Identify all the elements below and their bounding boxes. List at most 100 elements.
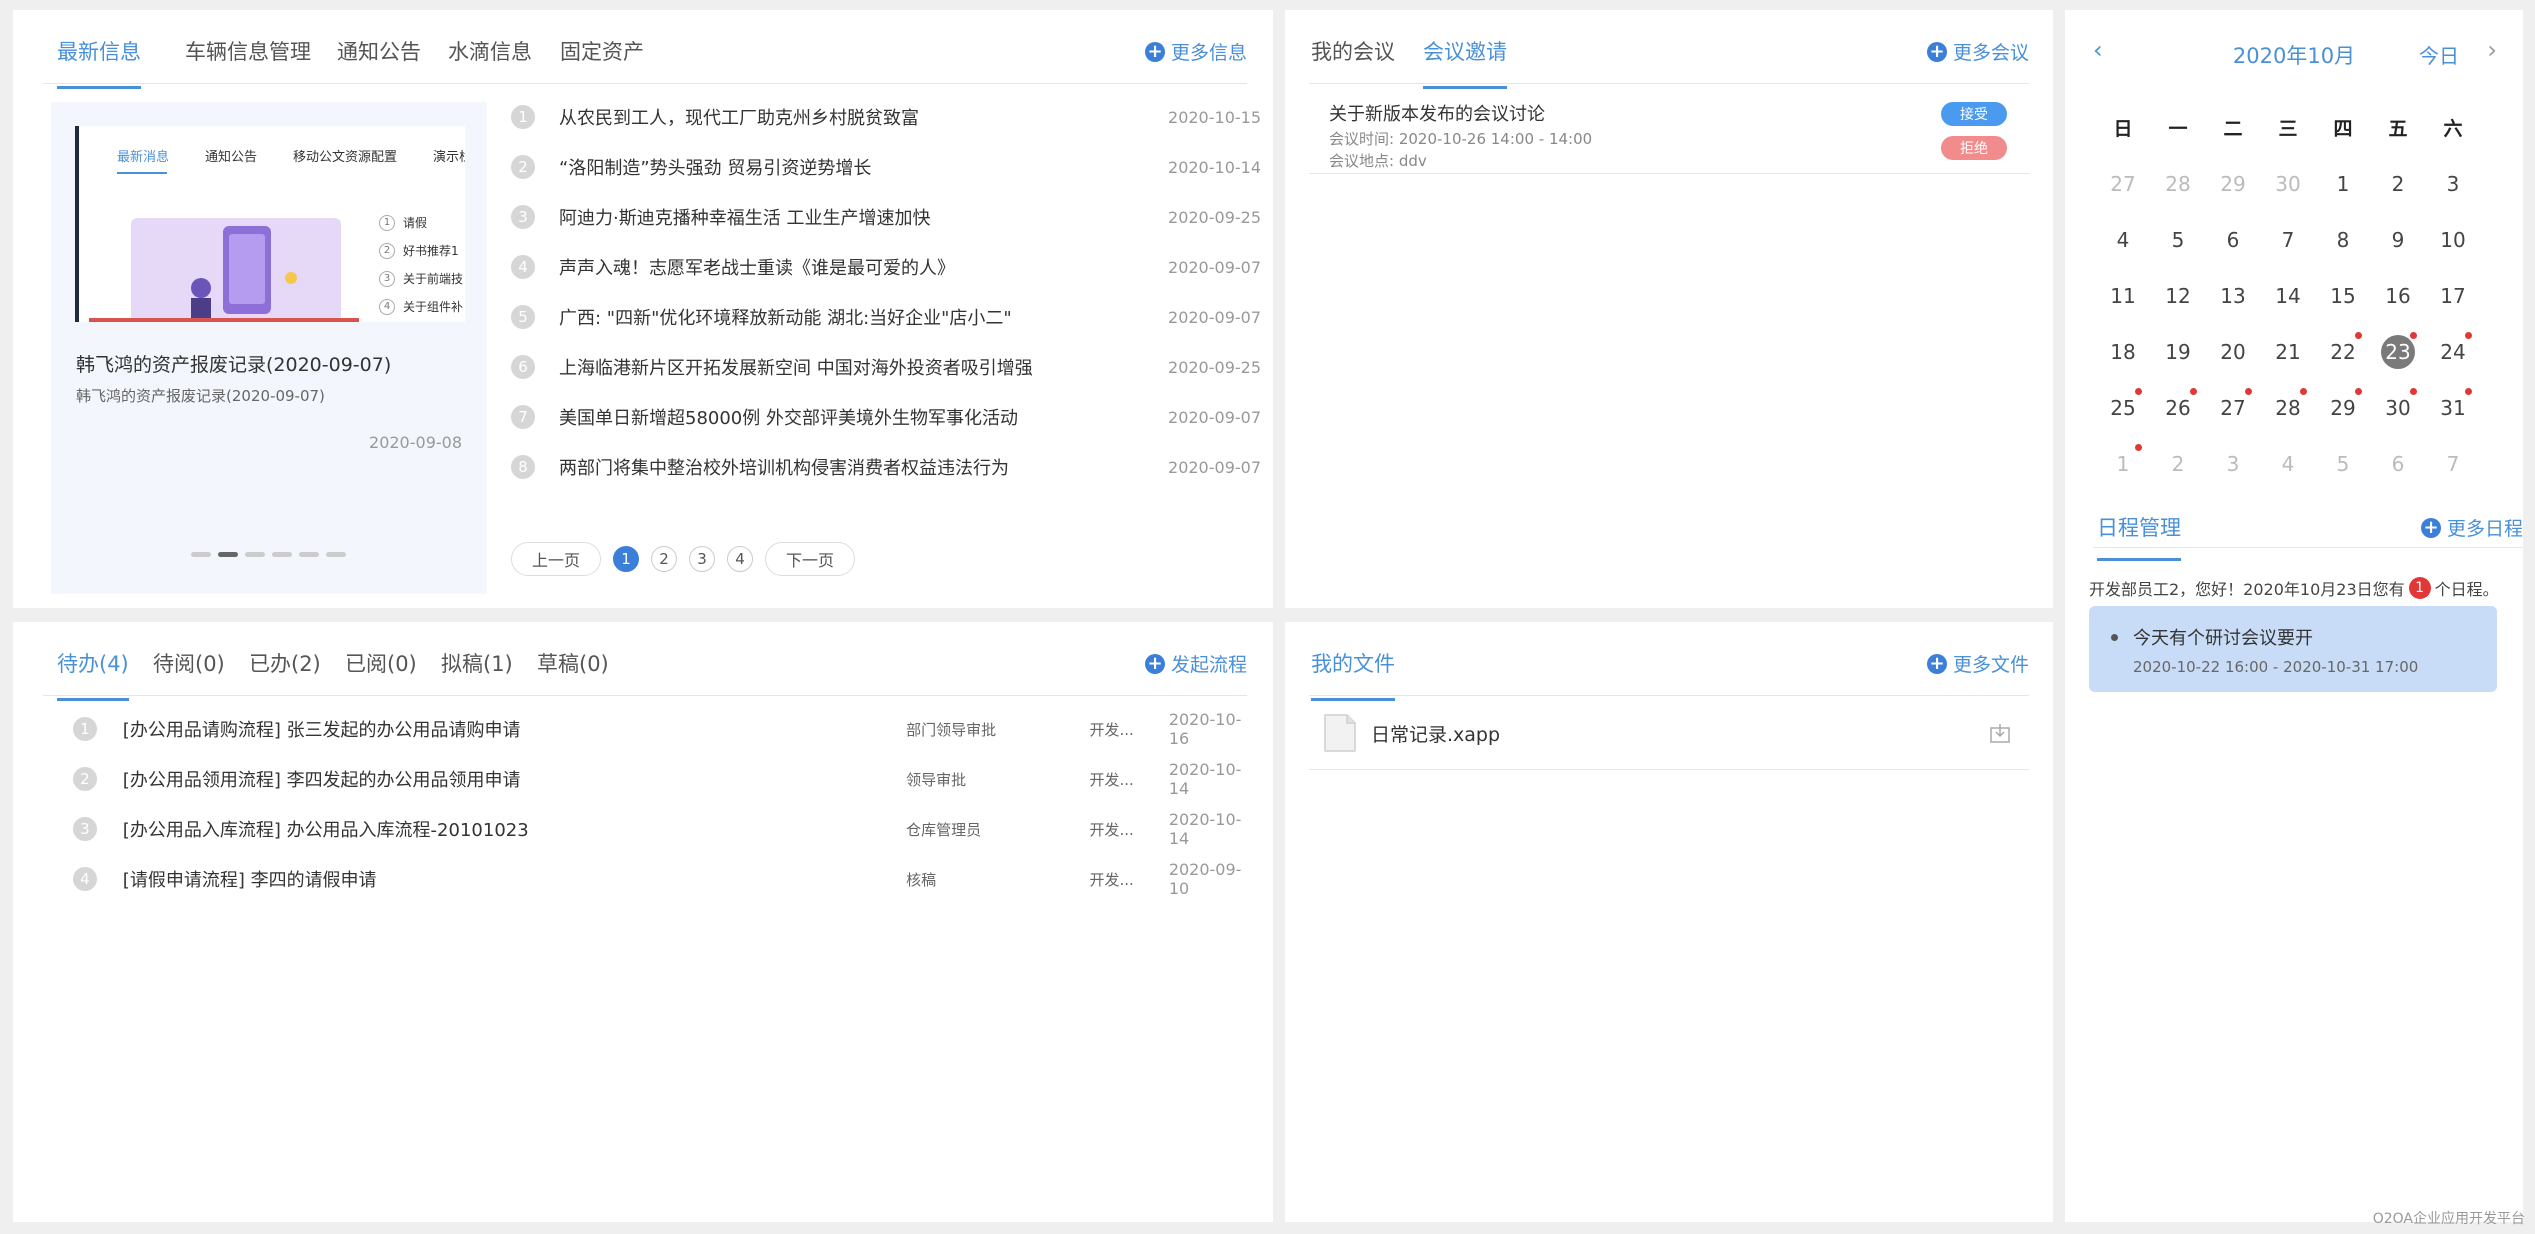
- tab-todo[interactable]: 待办(4): [57, 648, 129, 701]
- carousel-dot[interactable]: [326, 552, 346, 557]
- news-title[interactable]: 广西: "四新"优化环境释放新动能 湖北:当好企业"店小二": [559, 304, 1012, 330]
- prev-page-button[interactable]: 上一页: [511, 542, 602, 576]
- calendar-day[interactable]: 2: [2150, 436, 2206, 492]
- table-row[interactable]: 1 [办公用品请购流程] 张三发起的办公用品请购申请 部门领导审批 开发... 2020…: [73, 710, 1261, 748]
- more-meetings-button[interactable]: + 更多会议: [1926, 38, 2029, 65]
- reject-button[interactable]: 拒绝: [1941, 136, 2007, 160]
- file-item[interactable]: 日常记录.xapp: [1309, 696, 2029, 770]
- news-title[interactable]: 两部门将集中整治校外培训机构侵害消费者权益违法行为: [559, 454, 1009, 480]
- list-item[interactable]: 4 声声入魂！志愿军老战士重读《谁是最可爱的人》 2020-09-07: [511, 252, 1261, 282]
- calendar-day[interactable]: 28: [2150, 156, 2206, 212]
- calendar-day[interactable]: 15: [2315, 268, 2371, 324]
- todo-title[interactable]: [办公用品领用流程] 李四发起的办公用品领用申请: [123, 766, 906, 792]
- event-title[interactable]: 今天有个研讨会议要开: [2133, 624, 2313, 650]
- calendar-day[interactable]: 27: [2205, 380, 2261, 436]
- calendar-day[interactable]: 24: [2425, 324, 2481, 380]
- calendar-day[interactable]: 12: [2150, 268, 2206, 324]
- today-button[interactable]: 今日: [2419, 40, 2459, 69]
- page-button[interactable]: 4: [727, 546, 754, 572]
- calendar-day[interactable]: 4: [2260, 436, 2316, 492]
- calendar-day[interactable]: 30: [2370, 380, 2426, 436]
- tab-notice[interactable]: 通知公告: [337, 36, 421, 86]
- list-item[interactable]: 8 两部门将集中整治校外培训机构侵害消费者权益违法行为 2020-09-07: [511, 452, 1261, 482]
- calendar-day[interactable]: 18: [2095, 324, 2151, 380]
- tab-meeting-invites[interactable]: 会议邀请: [1423, 36, 1507, 89]
- calendar-day[interactable]: 11: [2095, 268, 2151, 324]
- news-title[interactable]: 声声入魂！志愿军老战士重读《谁是最可爱的人》: [559, 254, 955, 280]
- tab-read[interactable]: 已阅(0): [345, 648, 417, 698]
- table-row[interactable]: 3 [办公用品入库流程] 办公用品入库流程-20101023 仓库管理员 开发... 2…: [73, 810, 1261, 848]
- list-item[interactable]: 3 阿迪力·斯迪克播种幸福生活 工业生产增速加快 2020-09-25: [511, 202, 1261, 232]
- calendar-day[interactable]: 14: [2260, 268, 2316, 324]
- calendar-day[interactable]: 31: [2425, 380, 2481, 436]
- calendar-day[interactable]: 7: [2260, 212, 2316, 268]
- calendar-day[interactable]: 28: [2260, 380, 2316, 436]
- tab-water-drop[interactable]: 水滴信息: [448, 36, 532, 86]
- calendar-day[interactable]: 5: [2315, 436, 2371, 492]
- calendar-day[interactable]: 19: [2150, 324, 2206, 380]
- more-news-button[interactable]: + 更多信息: [1144, 38, 1247, 65]
- carousel-dots[interactable]: [191, 552, 346, 557]
- calendar-day[interactable]: 13: [2205, 268, 2261, 324]
- chevron-right-icon[interactable]: ›: [2487, 36, 2497, 64]
- page-button[interactable]: 2: [651, 546, 678, 572]
- calendar-day[interactable]: 1: [2315, 156, 2371, 212]
- list-item[interactable]: 1 从农民到工人，现代工厂助克州乡村脱贫致富 2020-10-15: [511, 102, 1261, 132]
- start-process-button[interactable]: + 发起流程: [1144, 650, 1247, 677]
- next-page-button[interactable]: 下一页: [765, 542, 856, 576]
- page-button[interactable]: 1: [613, 546, 640, 572]
- tab-fixed-assets[interactable]: 固定资产: [560, 36, 644, 86]
- table-row[interactable]: 2 [办公用品领用流程] 李四发起的办公用品领用申请 领导审批 开发... 2020-1…: [73, 760, 1261, 798]
- todo-title[interactable]: [办公用品请购流程] 张三发起的办公用品请购申请: [123, 716, 906, 742]
- page-button[interactable]: 3: [689, 546, 716, 572]
- accept-button[interactable]: 接受: [1941, 102, 2007, 126]
- tab-drafting[interactable]: 拟稿(1): [441, 648, 513, 698]
- calendar-day[interactable]: 23: [2370, 324, 2426, 380]
- calendar-day[interactable]: 30: [2260, 156, 2316, 212]
- tab-to-read[interactable]: 待阅(0): [153, 648, 225, 698]
- tab-done[interactable]: 已办(2): [249, 648, 321, 698]
- list-item[interactable]: 7 美国单日新增超58000例 外交部评美境外生物军事化活动 2020-09-07: [511, 402, 1261, 432]
- calendar-day[interactable]: 16: [2370, 268, 2426, 324]
- more-schedule-button[interactable]: + 更多日程: [2420, 514, 2523, 541]
- calendar-day[interactable]: 4: [2095, 212, 2151, 268]
- calendar-day[interactable]: 9: [2370, 212, 2426, 268]
- tab-my-meetings[interactable]: 我的会议: [1311, 36, 1395, 86]
- calendar-day[interactable]: 27: [2095, 156, 2151, 212]
- carousel-dot[interactable]: [218, 552, 238, 557]
- calendar-day[interactable]: 25: [2095, 380, 2151, 436]
- calendar-day[interactable]: 21: [2260, 324, 2316, 380]
- calendar-day[interactable]: 26: [2150, 380, 2206, 436]
- calendar-day[interactable]: 29: [2315, 380, 2371, 436]
- schedule-event[interactable]: 今天有个研讨会议要开 2020-10-22 16:00 - 2020-10-31…: [2089, 606, 2497, 692]
- calendar-day[interactable]: 7: [2425, 436, 2481, 492]
- news-title[interactable]: “洛阳制造”势头强劲 贸易引资逆势增长: [559, 154, 871, 180]
- tab-vehicle-info[interactable]: 车辆信息管理: [185, 36, 311, 86]
- tab-latest-news[interactable]: 最新信息: [57, 36, 141, 89]
- calendar-day[interactable]: 1: [2095, 436, 2151, 492]
- todo-title[interactable]: [办公用品入库流程] 办公用品入库流程-20101023: [123, 816, 906, 842]
- carousel-dot[interactable]: [191, 552, 211, 557]
- tab-schedule[interactable]: 日程管理: [2097, 512, 2181, 561]
- carousel-dot[interactable]: [272, 552, 292, 557]
- calendar-day[interactable]: 3: [2425, 156, 2481, 212]
- tab-my-files[interactable]: 我的文件: [1311, 648, 1395, 701]
- calendar-day[interactable]: 17: [2425, 268, 2481, 324]
- list-item[interactable]: 2 “洛阳制造”势头强劲 贸易引资逆势增长 2020-10-14: [511, 152, 1261, 182]
- news-title[interactable]: 上海临港新片区开拓发展新空间 中国对海外投资者吸引增强: [559, 354, 1033, 380]
- carousel-dot[interactable]: [299, 552, 319, 557]
- table-row[interactable]: 4 [请假申请流程] 李四的请假申请 核稿 开发... 2020-09-10: [73, 860, 1261, 898]
- news-title[interactable]: 从农民到工人，现代工厂助克州乡村脱贫致富: [559, 104, 919, 130]
- news-title[interactable]: 阿迪力·斯迪克播种幸福生活 工业生产增速加快: [559, 204, 930, 230]
- carousel-dot[interactable]: [245, 552, 265, 557]
- download-icon[interactable]: [1989, 722, 2011, 744]
- tab-drafts[interactable]: 草稿(0): [537, 648, 609, 698]
- list-item[interactable]: 5 广西: "四新"优化环境释放新动能 湖北:当好企业"店小二" 2020-09-0…: [511, 302, 1261, 332]
- calendar-day[interactable]: 10: [2425, 212, 2481, 268]
- calendar-day[interactable]: 5: [2150, 212, 2206, 268]
- todo-title[interactable]: [请假申请流程] 李四的请假申请: [123, 866, 906, 892]
- calendar-day[interactable]: 6: [2370, 436, 2426, 492]
- file-name[interactable]: 日常记录.xapp: [1371, 720, 1500, 747]
- calendar-day[interactable]: 20: [2205, 324, 2261, 380]
- meeting-item[interactable]: 关于新版本发布的会议讨论 会议时间: 2020-10-26 14:00 - 14…: [1309, 84, 2029, 174]
